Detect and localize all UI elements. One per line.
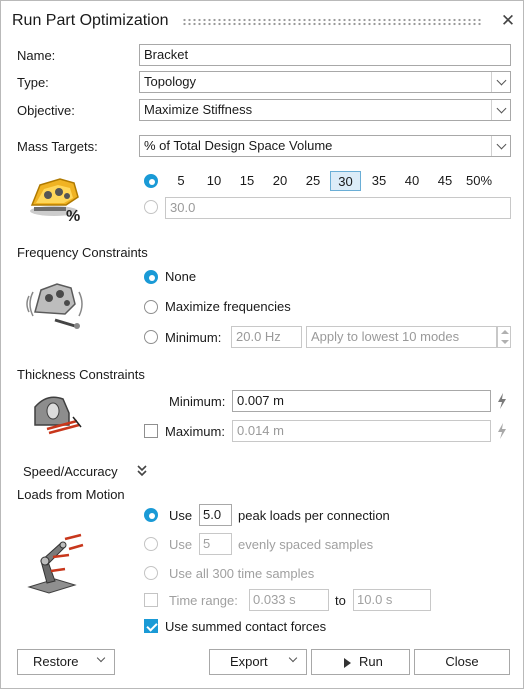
drag-handle[interactable] [182,18,483,26]
samples-suffix: evenly spaced samples [238,537,374,552]
samples-field[interactable]: 5 [199,533,232,555]
thickness-maximum-checkbox[interactable] [144,424,158,438]
objective-value: Maximize Stiffness [144,102,253,117]
mass-preset-radio[interactable] [144,174,158,188]
percent-option-50[interactable]: 50% [463,171,495,191]
frequency-minimum-label: Minimum: [165,330,222,345]
spin-down-icon[interactable] [501,340,509,344]
percent-option-5[interactable]: 5 [169,171,193,191]
mass-targets-label: Mass Targets: [17,139,98,154]
mass-target-icon: % [26,171,88,225]
bolt-icon[interactable] [495,422,509,440]
time-to-field[interactable]: 10.0 s [353,589,431,611]
type-dropdown[interactable]: Topology [139,71,511,93]
frequency-none-radio[interactable] [144,270,158,284]
percent-option-45[interactable]: 45 [432,171,458,191]
mass-custom-field[interactable]: 30.0 [165,197,511,219]
time-from-field[interactable]: 0.033 s [249,589,329,611]
frequency-minimum-radio[interactable] [144,330,158,344]
type-value: Topology [144,74,197,89]
name-field[interactable]: Bracket [139,44,511,66]
percent-option-25[interactable]: 25 [300,171,326,191]
frequency-maximize-radio[interactable] [144,300,158,314]
objective-label: Objective: [17,103,75,118]
chevron-down-icon [288,653,298,663]
loads-section-title: Loads from Motion [17,487,125,502]
speed-accuracy-toggle[interactable]: Speed/Accuracy [23,464,118,479]
percent-option-15[interactable]: 15 [234,171,260,191]
time-to-label: to [335,593,346,608]
restore-label: Restore [33,654,79,669]
bolt-icon[interactable] [495,392,509,410]
summed-contact-checkbox[interactable] [144,619,158,633]
motion-loads-icon [25,531,87,597]
export-button[interactable]: Export [209,649,307,675]
time-range-checkbox[interactable] [144,593,158,607]
run-part-optimization-dialog: Run Part Optimization ✕ Name: Bracket Ty… [0,0,524,689]
loads-peak-radio[interactable] [144,508,158,522]
peak-loads-field[interactable]: 5.0 [199,504,232,526]
mass-targets-dropdown[interactable]: % of Total Design Space Volume [139,135,511,157]
percent-option-20[interactable]: 20 [267,171,293,191]
restore-button[interactable]: Restore [17,649,115,675]
thickness-maximum-field[interactable]: 0.014 m [232,420,491,442]
chevron-down-icon[interactable] [491,100,510,120]
loads-samples-radio[interactable] [144,537,158,551]
percent-option-30[interactable]: 30 [330,171,361,191]
svg-text:%: % [66,208,80,223]
frequency-section-title: Frequency Constraints [17,245,148,260]
percent-option-35[interactable]: 35 [366,171,392,191]
loads-samples-use-label: Use [169,537,193,552]
mass-targets-value: % of Total Design Space Volume [144,138,333,153]
chevron-down-icon[interactable] [491,72,510,92]
thickness-icon [29,391,85,437]
frequency-modes-field[interactable]: Apply to lowest 10 modes [306,326,497,348]
chevron-down-icon [96,653,106,663]
run-label: Run [359,654,383,669]
type-label: Type: [17,75,49,90]
dialog-title: Run Part Optimization [12,12,169,29]
close-icon[interactable]: ✕ [500,12,516,29]
thickness-minimum-label: Minimum: [169,394,226,409]
time-range-label: Time range: [169,593,238,608]
chevron-down-icon[interactable] [491,136,510,156]
name-label: Name: [17,48,56,63]
loads-use-label: Use [169,508,193,523]
thickness-section-title: Thickness Constraints [17,367,145,382]
thickness-maximum-label: Maximum: [165,424,225,439]
loads-all-radio[interactable] [144,566,158,580]
spin-up-icon[interactable] [501,330,509,334]
summed-contact-label: Use summed contact forces [165,619,327,634]
run-button[interactable]: Run [311,649,410,675]
frequency-maximize-label: Maximize frequencies [165,299,291,314]
double-chevron-down-icon[interactable] [135,463,149,479]
modes-spinner[interactable] [497,326,511,348]
close-label: Close [445,654,479,669]
frequency-none-label: None [165,269,197,284]
percent-option-40[interactable]: 40 [399,171,425,191]
mass-custom-radio[interactable] [144,200,158,214]
percent-option-10[interactable]: 10 [201,171,227,191]
thickness-minimum-field[interactable]: 0.007 m [232,390,491,412]
close-button[interactable]: Close [414,649,510,675]
peak-loads-suffix: peak loads per connection [238,508,390,523]
frequency-minimum-field[interactable]: 20.0 Hz [231,326,302,348]
frequency-icon [25,276,87,332]
loads-all-label: Use all 300 time samples [169,566,315,581]
objective-dropdown[interactable]: Maximize Stiffness [139,99,511,121]
play-icon [344,658,351,668]
export-label: Export [230,654,268,669]
